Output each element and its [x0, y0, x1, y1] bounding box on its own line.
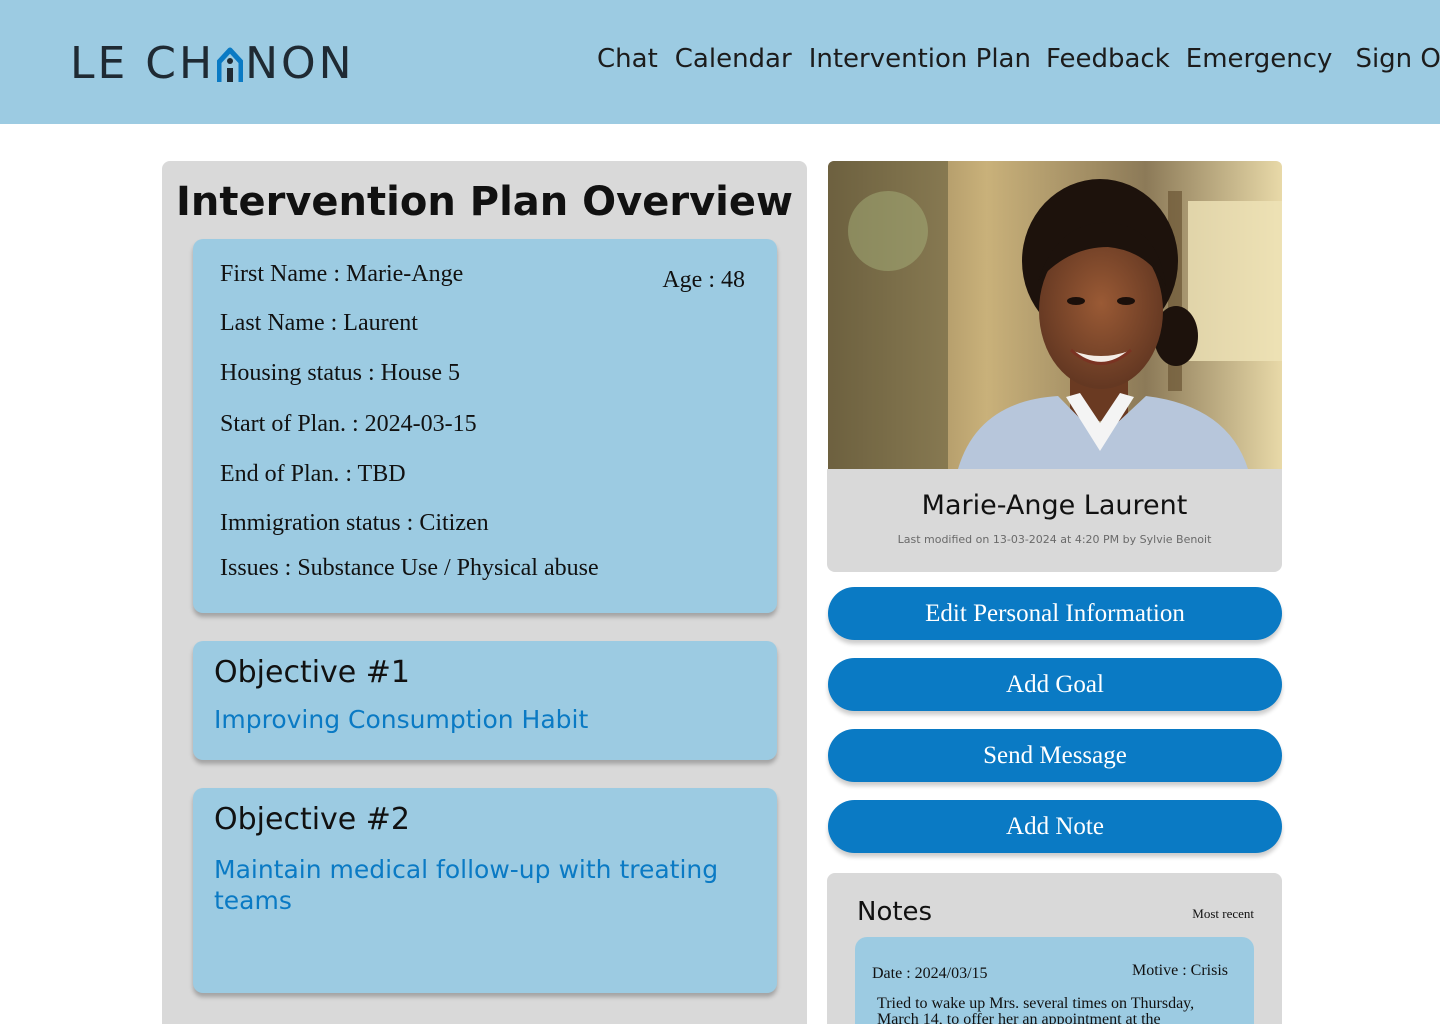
intervention-plan-panel: Intervention Plan Overview First Name : …	[162, 161, 807, 1024]
logo[interactable]: LE CH NON	[70, 37, 355, 89]
avatar	[828, 161, 1282, 469]
send-message-button[interactable]: Send Message	[828, 729, 1282, 782]
nav-intervention-plan[interactable]: Intervention Plan	[809, 44, 1031, 74]
nav-sign-out[interactable]: Sign Out	[1355, 44, 1440, 74]
add-note-button[interactable]: Add Note	[828, 800, 1282, 853]
logo-text-right: NON	[245, 37, 355, 89]
edit-personal-info-button[interactable]: Edit Personal Information	[828, 587, 1282, 640]
objective-description: Maintain medical follow-up with treating…	[214, 855, 719, 915]
profile-photo	[828, 161, 1282, 469]
page-title: Intervention Plan Overview	[176, 179, 793, 225]
nav-chat[interactable]: Chat	[597, 44, 658, 74]
objective-title: Objective #2	[214, 802, 411, 837]
age: Age : 48	[662, 267, 745, 293]
nav-emergency[interactable]: Emergency	[1186, 44, 1333, 74]
top-header: LE CH NON Chat Calendar Intervention Pla…	[0, 0, 1440, 124]
person-name: Marie-Ange Laurent	[921, 490, 1188, 521]
add-goal-button[interactable]: Add Goal	[828, 658, 1282, 711]
issues: Issues : Substance Use / Physical abuse	[220, 555, 599, 581]
main-nav: Chat Calendar Intervention Plan Feedback…	[597, 44, 1440, 74]
nav-calendar[interactable]: Calendar	[675, 44, 792, 74]
housing-status: Housing status : House 5	[220, 360, 460, 386]
logo-text-left: LE CH	[70, 37, 216, 89]
last-modified: Last modified on 13-03-2024 at 4:20 PM b…	[897, 533, 1212, 546]
plan-end: End of Plan. : TBD	[220, 461, 406, 487]
notes-title: Notes	[857, 897, 933, 927]
note-card[interactable]: Date : 2024/03/15 Motive : Crisis Tried …	[855, 937, 1254, 1024]
last-name: Last Name : Laurent	[220, 310, 418, 336]
sort-most-recent[interactable]: Most recent	[1192, 906, 1254, 922]
first-name: First Name : Marie-Ange	[220, 261, 464, 287]
personal-info-card: First Name : Marie-Ange Age : 48 Last Na…	[193, 239, 777, 613]
objective-description: Improving Consumption Habit	[214, 705, 589, 734]
objective-card-1[interactable]: Objective #1 Improving Consumption Habit	[193, 641, 777, 760]
notes-panel: Notes Most recent Date : 2024/03/15 Moti…	[827, 873, 1282, 1024]
plan-start: Start of Plan. : 2024-03-15	[220, 411, 477, 437]
nav-feedback[interactable]: Feedback	[1046, 44, 1170, 74]
profile-name-card: Marie-Ange Laurent Last modified on 13-0…	[827, 469, 1282, 572]
note-motive: Motive : Crisis	[1131, 962, 1228, 979]
immigration-status: Immigration status : Citizen	[220, 510, 489, 536]
objective-title: Objective #1	[214, 655, 411, 690]
house-icon	[217, 44, 244, 82]
objective-card-2[interactable]: Objective #2 Maintain medical follow-up …	[193, 788, 777, 993]
note-text: Tried to wake up Mrs. several times on T…	[877, 995, 1195, 1024]
note-date: Date : 2024/03/15	[872, 965, 988, 982]
